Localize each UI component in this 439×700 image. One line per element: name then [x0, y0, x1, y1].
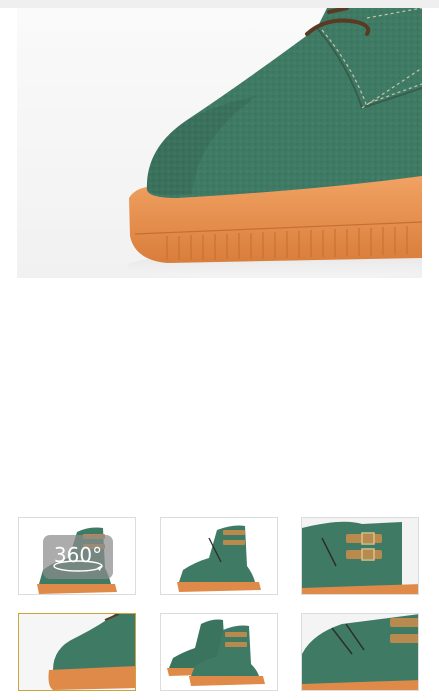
thumbnail-angle-closeup[interactable]	[301, 613, 419, 691]
boot-toe-image	[19, 614, 135, 690]
boot-buckle-image	[302, 518, 418, 594]
thumbnail-360-view[interactable]: 360°	[18, 517, 136, 595]
main-product-image[interactable]	[17, 8, 422, 278]
top-strip	[0, 0, 439, 8]
boot-closeup-image	[127, 8, 422, 278]
boot-angle-image	[302, 614, 418, 690]
boot-pair-image	[167, 619, 265, 686]
360-view-badge[interactable]: 360°	[43, 535, 113, 579]
thumbnail-side-view[interactable]	[160, 517, 278, 595]
thumbnail-pair-view[interactable]	[160, 613, 278, 691]
thumbnail-toe-closeup[interactable]	[18, 613, 136, 691]
rotate-360-icon	[53, 560, 103, 572]
thumbnail-buckle-closeup[interactable]	[301, 517, 419, 595]
boot-side-image	[177, 525, 261, 592]
